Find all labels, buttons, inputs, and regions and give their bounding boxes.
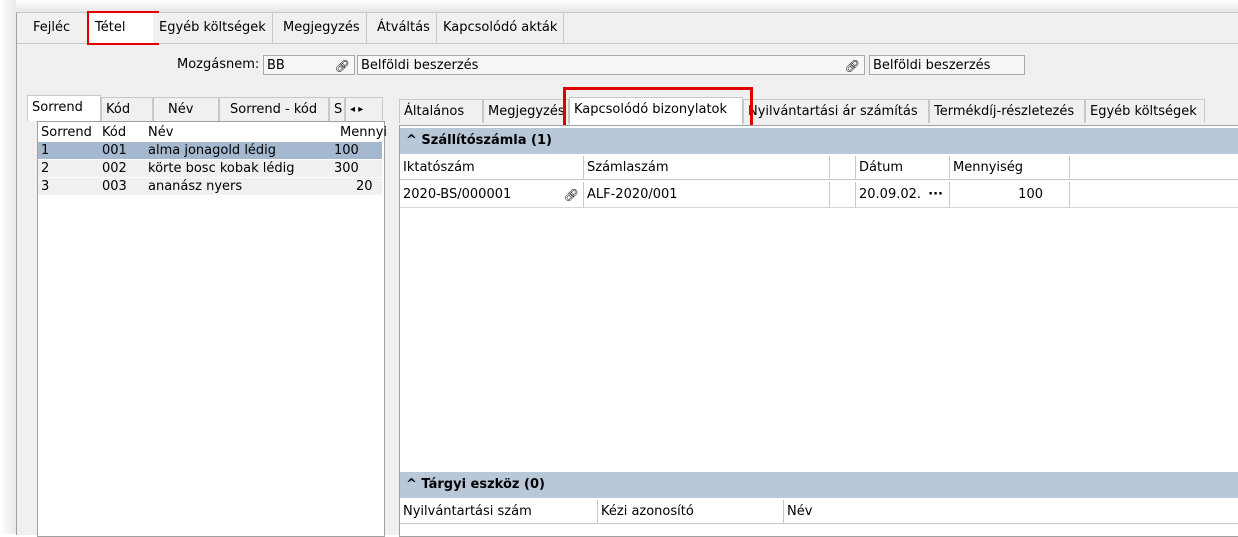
col-empty[interactable] [830, 156, 856, 180]
col-mennyiseg-right[interactable]: Mennyiség [950, 156, 1070, 180]
cell-nev: körte bosc kobak lédig [148, 161, 295, 176]
right-content-panel: ^ Szállítószámla (1) Iktatószám Számlasz… [399, 125, 1238, 537]
cell-kod: 001 [102, 143, 127, 158]
tab-megjegyzes[interactable]: Megjegyzés [277, 13, 367, 43]
arrow-right-icon[interactable]: ▸ [358, 104, 363, 115]
mozgasnem-label: Mozgásnem: [177, 57, 260, 72]
cell-sorrend: 3 [41, 179, 50, 194]
cell-sorrend: 2 [41, 161, 50, 176]
mozgasnem-name: Belföldi beszerzés [361, 58, 479, 73]
cell-filler [1070, 182, 1238, 208]
tab-termekdij[interactable]: Termékdíj-részletezés [929, 99, 1085, 123]
tab-altalanos[interactable]: Általános [399, 99, 483, 123]
left-grid-header: Sorrend Kód Név Mennyi [38, 124, 387, 141]
mozgasnem-name2-field: Belföldi beszerzés [869, 55, 1025, 75]
top-tab-strip: Fejléc Tétel Egyéb költségek Megjegyzés … [17, 11, 1238, 45]
paperclip-icon[interactable]: 🔗︎ [564, 182, 579, 208]
mozgasnem-code: BB [267, 58, 285, 73]
cell-kod: 003 [102, 179, 127, 194]
mozgasnem-name2: Belföldi beszerzés [873, 58, 991, 73]
tab-fejlec[interactable]: Fejléc [27, 13, 77, 43]
table-row[interactable]: 2 002 körte bosc kobak lédig 300 [38, 160, 382, 177]
tab-s[interactable]: S [329, 97, 345, 121]
left-item-grid: Sorrend Kód Név Mennyi 1 001 alma jonago… [37, 121, 387, 537]
tab-tetel[interactable]: Tétel [87, 11, 159, 45]
group-szallitoszamla[interactable]: ^ Szállítószámla (1) [400, 128, 1238, 154]
cell-mennyiseg: 300 [334, 161, 359, 176]
cell-kod: 002 [102, 161, 127, 176]
tab-scroll: ◂ ▸ [345, 97, 383, 121]
tab-megjegyzes-right[interactable]: Megjegyzés [483, 99, 569, 123]
tab-nev[interactable]: Név [153, 97, 219, 121]
table-row[interactable]: 3 003 ananász nyers 20 [38, 178, 382, 195]
tab-atvaltas[interactable]: Átváltás [371, 13, 437, 43]
col-datum[interactable]: Dátum [856, 156, 950, 180]
window-shadow-left [0, 0, 16, 534]
tab-sorrend[interactable]: Sorrend [27, 95, 101, 121]
tab-sorrend-kod[interactable]: Sorrend - kód [219, 97, 329, 121]
application-window: Fejléc Tétel Egyéb költségek Megjegyzés … [16, 11, 1238, 537]
paperclip-icon[interactable]: 🔗︎ [335, 56, 350, 76]
more-dots-icon[interactable]: ··· [928, 182, 943, 208]
cell-mennyiseg: 20 [356, 179, 373, 194]
paperclip-icon[interactable]: 🔗︎ [845, 56, 860, 76]
window-shadow-top [0, 0, 1238, 12]
col-sorrend[interactable]: Sorrend [41, 124, 92, 141]
col-nyilvantartasi-szam[interactable]: Nyilvántartási szám [400, 500, 598, 524]
col-kod[interactable]: Kód [102, 124, 126, 141]
col-kezi-azonosito[interactable]: Kézi azonosító [598, 500, 784, 524]
cell-datum[interactable]: 20.09.02. ··· [856, 182, 950, 208]
col-iktatoszam[interactable]: Iktatószám [400, 156, 584, 180]
cell-iktatoszam[interactable]: 2020-BS/000001 🔗︎ [400, 182, 584, 208]
cell-sorrend: 1 [41, 143, 50, 158]
tab-nyilvantartasi-ar[interactable]: Nyilvántartási ár számítás [743, 99, 929, 123]
cell-mennyiseg[interactable]: 100 [950, 182, 1070, 208]
mozgasnem-name-field: Belföldi beszerzés 🔗︎ [357, 55, 865, 75]
table-row[interactable]: 1 001 alma jonagold lédig 100 [38, 142, 382, 159]
cell-nev: alma jonagold lédig [148, 143, 277, 158]
cell-empty [830, 182, 856, 208]
datum-value: 20.09.02. [859, 187, 922, 202]
tab-kod[interactable]: Kód [101, 97, 153, 121]
col-filler [1070, 156, 1238, 180]
tab-egyeb-koltsegek[interactable]: Egyéb költségek [153, 13, 273, 43]
col-mennyiseg[interactable]: Mennyi [340, 124, 387, 141]
group-targyi-eszkoz[interactable]: ^ Tárgyi eszköz (0) [400, 472, 1238, 498]
mozgasnem-code-field[interactable]: BB 🔗︎ [263, 55, 355, 75]
cell-mennyiseg: 100 [334, 143, 359, 158]
tab-egyeb-koltsegek-right[interactable]: Egyéb költségek [1085, 99, 1205, 123]
tab-kapcsolodo-aktak[interactable]: Kapcsolódó akták [437, 13, 565, 43]
col-nev-right[interactable]: Név [784, 500, 1238, 524]
iktatoszam-value: 2020-BS/000001 [403, 187, 512, 202]
col-nev[interactable]: Név [148, 124, 173, 141]
col-szamlaszam[interactable]: Számlaszám [584, 156, 830, 180]
arrow-left-icon[interactable]: ◂ [350, 104, 355, 115]
cell-nev: ananász nyers [148, 179, 243, 194]
cell-szamlaszam[interactable]: ALF-2020/001 [584, 182, 830, 208]
